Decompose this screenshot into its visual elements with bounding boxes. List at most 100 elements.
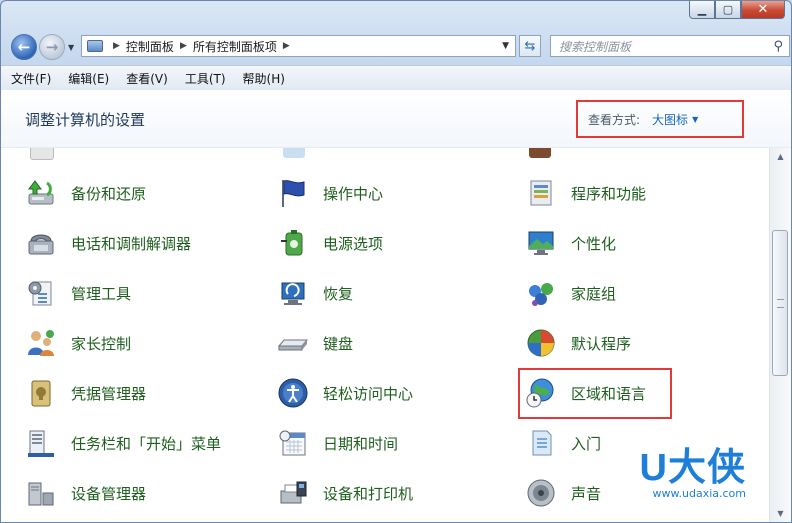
item-label: 设备和打印机 bbox=[323, 484, 414, 503]
chevron-down-icon[interactable]: ▼ bbox=[692, 115, 698, 124]
search-input[interactable]: 搜索控制面板 bbox=[559, 38, 631, 55]
scroll-down-icon[interactable]: ▼ bbox=[770, 505, 791, 522]
device-manager-icon bbox=[25, 477, 57, 509]
power-options-icon bbox=[277, 227, 309, 259]
window-caption-buttons: ▁ ▢ ✕ bbox=[689, 1, 785, 19]
search-icon[interactable]: ⚲ bbox=[773, 39, 783, 54]
action-center-flag-icon bbox=[277, 177, 309, 209]
item-personalization[interactable]: 个性化 bbox=[525, 225, 616, 261]
menu-tools[interactable]: 工具(T) bbox=[185, 70, 226, 87]
watermark: U大侠 www.udaxia.com bbox=[640, 436, 746, 500]
item-label: 备份和还原 bbox=[71, 184, 147, 203]
item-devices-printers[interactable]: 设备和打印机 bbox=[277, 475, 413, 511]
homegroup-icon bbox=[525, 277, 557, 309]
item-label: 日期和时间 bbox=[323, 434, 399, 453]
forward-button[interactable]: → bbox=[39, 34, 65, 60]
refresh-button[interactable]: ⇆ bbox=[519, 35, 541, 57]
scroll-up-icon[interactable]: ▲ bbox=[770, 148, 791, 165]
item-label: 家长控制 bbox=[71, 334, 132, 353]
watermark-brand: U大侠 bbox=[639, 447, 746, 489]
breadcrumb-separator-icon[interactable]: ▶ bbox=[113, 41, 120, 51]
devices-printers-icon bbox=[277, 477, 309, 509]
item-label: 操作中心 bbox=[323, 184, 384, 203]
breadcrumb-separator-icon[interactable]: ▶ bbox=[180, 41, 187, 51]
cutoff-item-icon bbox=[529, 148, 551, 158]
highlight-region-language bbox=[518, 368, 672, 419]
maximize-button[interactable]: ▢ bbox=[715, 1, 741, 19]
arrow-right-icon: → bbox=[45, 38, 59, 56]
item-keyboard[interactable]: 键盘 bbox=[277, 325, 353, 361]
control-panel-icon bbox=[87, 40, 103, 52]
item-sound[interactable]: 声音 bbox=[525, 475, 601, 511]
taskbar-start-menu-icon bbox=[25, 427, 57, 459]
getting-started-icon bbox=[525, 427, 557, 459]
back-button[interactable]: ← bbox=[11, 34, 37, 60]
item-action-center[interactable]: 操作中心 bbox=[277, 175, 383, 211]
credential-manager-icon bbox=[25, 377, 57, 409]
item-default-programs[interactable]: 默认程序 bbox=[525, 325, 631, 361]
item-backup-restore[interactable]: 备份和还原 bbox=[25, 175, 146, 211]
address-dropdown-icon[interactable]: ▼ bbox=[502, 41, 509, 51]
partial-row-cutoff bbox=[1, 148, 770, 160]
view-by-label: 查看方式: bbox=[588, 112, 641, 127]
navigation-bar: ← → ▼ ▶ 控制面板 ▶ 所有控制面板项 ▶ ▼ ⇆ 搜索控制面板 ⚲ bbox=[9, 31, 790, 63]
item-programs-features[interactable]: 程序和功能 bbox=[525, 175, 646, 211]
close-button[interactable]: ✕ bbox=[741, 1, 785, 19]
item-label: 凭据管理器 bbox=[71, 384, 147, 403]
item-recovery[interactable]: 恢复 bbox=[277, 275, 353, 311]
programs-features-icon bbox=[525, 177, 557, 209]
breadcrumb-separator-icon[interactable]: ▶ bbox=[283, 41, 290, 51]
watermark-url: www.udaxia.com bbox=[652, 487, 746, 500]
cutoff-item-icon bbox=[30, 148, 54, 160]
vertical-scrollbar[interactable]: ▲ ▼ bbox=[769, 148, 791, 522]
item-label: 入门 bbox=[571, 434, 602, 453]
personalization-icon bbox=[525, 227, 557, 259]
item-label: 轻松访问中心 bbox=[323, 384, 414, 403]
refresh-icon: ⇆ bbox=[524, 38, 536, 54]
backup-restore-icon bbox=[25, 177, 57, 209]
item-label: 键盘 bbox=[323, 334, 354, 353]
address-bar[interactable]: ▶ 控制面板 ▶ 所有控制面板项 ▶ ▼ bbox=[81, 35, 516, 57]
breadcrumb-all-items[interactable]: 所有控制面板项 bbox=[193, 38, 277, 55]
item-date-time[interactable]: 日期和时间 bbox=[277, 425, 398, 461]
default-programs-icon bbox=[525, 327, 557, 359]
item-admin-tools[interactable]: 管理工具 bbox=[25, 275, 131, 311]
menu-edit[interactable]: 编辑(E) bbox=[68, 70, 109, 87]
menu-help[interactable]: 帮助(H) bbox=[243, 70, 285, 87]
item-label: 声音 bbox=[571, 484, 602, 503]
item-credential-manager[interactable]: 凭据管理器 bbox=[25, 375, 146, 411]
menu-view[interactable]: 查看(V) bbox=[126, 70, 168, 87]
item-homegroup[interactable]: 家庭组 bbox=[525, 275, 616, 311]
view-by-dropdown[interactable]: 大图标 bbox=[652, 111, 688, 128]
item-label: 设备管理器 bbox=[71, 484, 147, 503]
item-label: 默认程序 bbox=[571, 334, 632, 353]
item-power-options[interactable]: 电源选项 bbox=[277, 225, 383, 261]
menu-bar: 文件(F) 编辑(E) 查看(V) 工具(T) 帮助(H) bbox=[1, 65, 791, 91]
breadcrumb-control-panel[interactable]: 控制面板 bbox=[126, 38, 174, 55]
item-label: 个性化 bbox=[571, 234, 617, 253]
control-panel-window: ▁ ▢ ✕ ← → ▼ ▶ 控制面板 ▶ 所有控制面板项 ▶ ▼ ⇆ 搜索控制面… bbox=[0, 0, 792, 523]
menu-file[interactable]: 文件(F) bbox=[11, 70, 51, 87]
item-label: 管理工具 bbox=[71, 284, 132, 303]
item-device-manager[interactable]: 设备管理器 bbox=[25, 475, 146, 511]
keyboard-icon bbox=[277, 327, 309, 359]
item-phone-modem[interactable]: 电话和调制解调器 bbox=[25, 225, 191, 261]
arrow-left-icon: ← bbox=[17, 38, 31, 56]
item-label: 家庭组 bbox=[571, 284, 617, 303]
item-taskbar-start-menu[interactable]: 任务栏和「开始」菜单 bbox=[25, 425, 221, 461]
phone-modem-icon bbox=[25, 227, 57, 259]
content-header: 调整计算机的设置 查看方式: 大图标 ▼ bbox=[1, 90, 791, 148]
recent-pages-dropdown-icon[interactable]: ▼ bbox=[68, 43, 74, 52]
item-ease-of-access[interactable]: 轻松访问中心 bbox=[277, 375, 413, 411]
recovery-icon bbox=[277, 277, 309, 309]
minimize-button[interactable]: ▁ bbox=[689, 1, 715, 19]
search-box[interactable]: 搜索控制面板 ⚲ bbox=[550, 35, 790, 57]
view-by-control: 查看方式: 大图标 ▼ bbox=[576, 100, 744, 138]
scrollbar-thumb[interactable] bbox=[772, 230, 788, 376]
item-label: 任务栏和「开始」菜单 bbox=[71, 434, 222, 453]
ease-of-access-icon bbox=[277, 377, 309, 409]
parental-controls-icon bbox=[25, 327, 57, 359]
item-getting-started[interactable]: 入门 bbox=[525, 425, 601, 461]
item-parental-controls[interactable]: 家长控制 bbox=[25, 325, 131, 361]
page-title: 调整计算机的设置 bbox=[25, 111, 146, 129]
